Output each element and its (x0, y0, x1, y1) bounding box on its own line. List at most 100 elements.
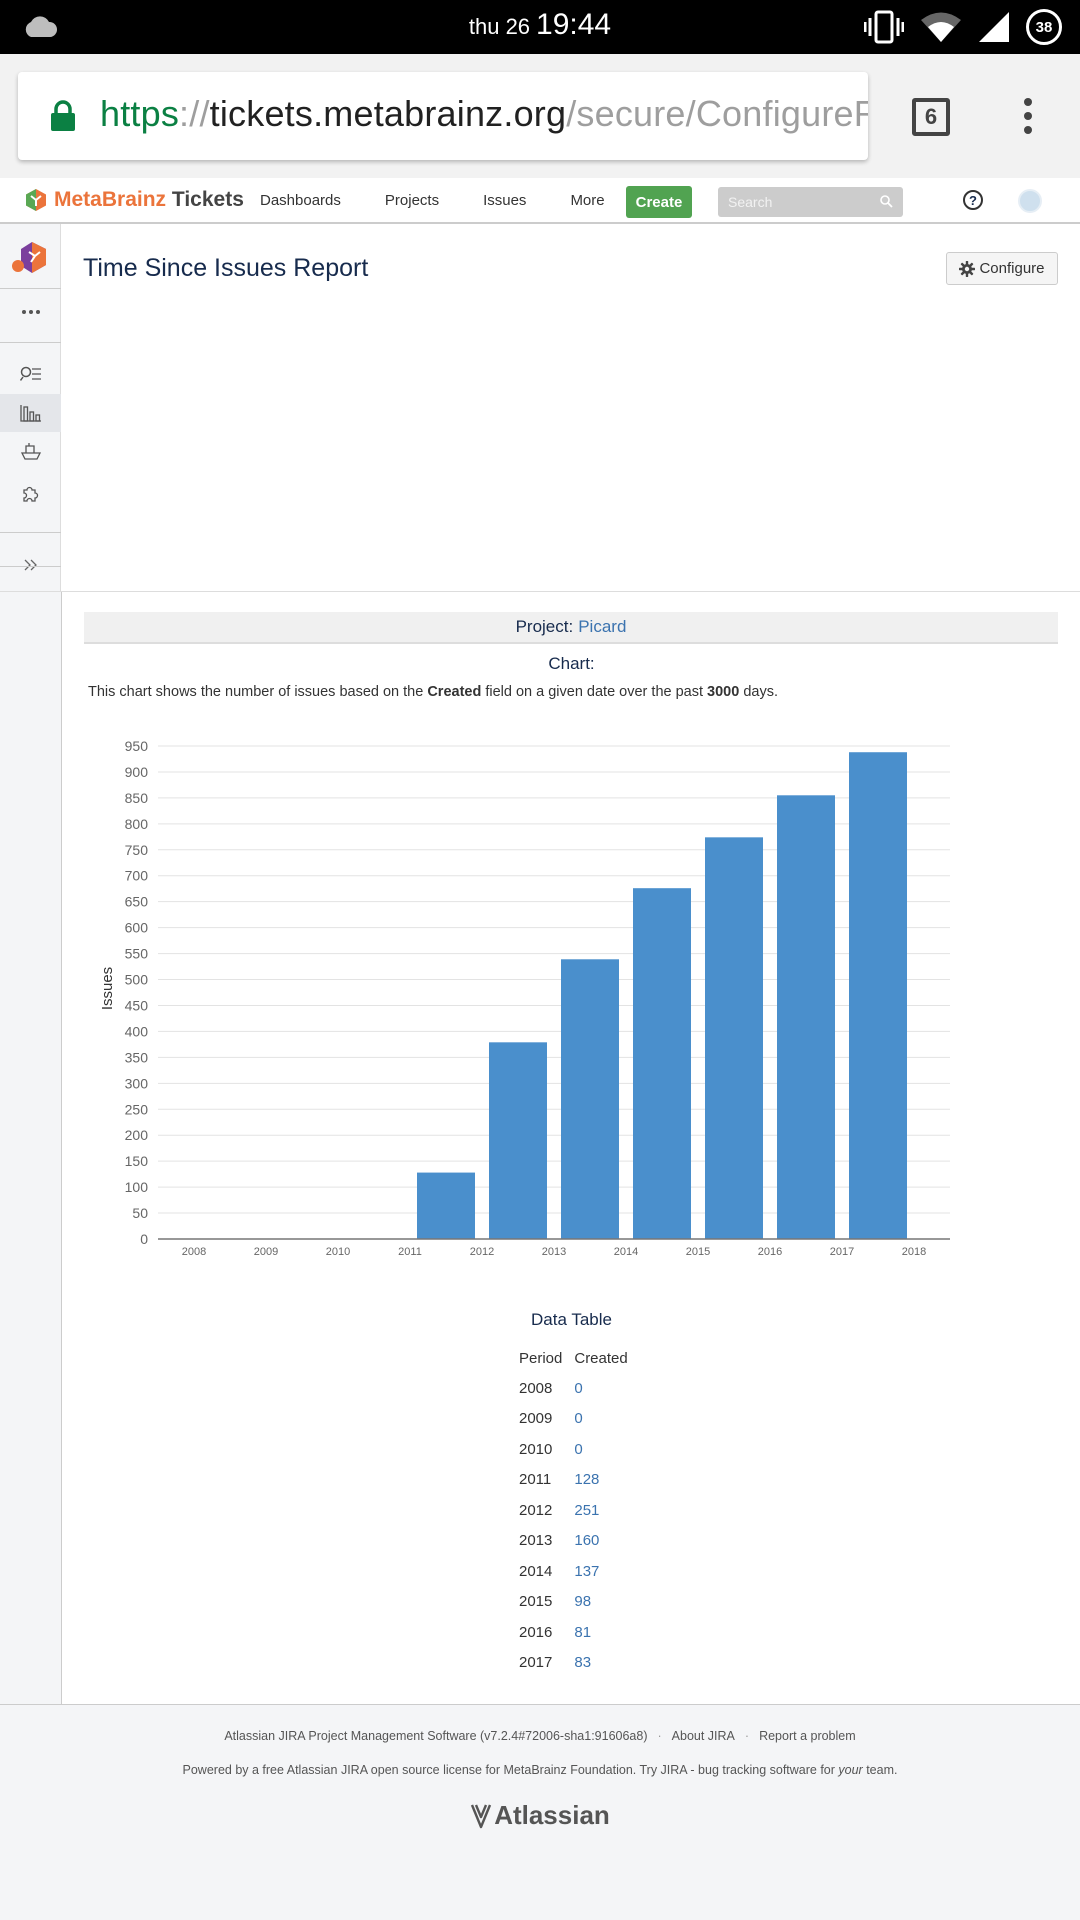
created-count-link[interactable]: 128 (568, 1465, 633, 1496)
y-tick-label: 700 (125, 868, 149, 884)
configure-label: Configure (979, 260, 1045, 277)
y-tick-label: 450 (125, 997, 149, 1013)
created-count-link[interactable]: 0 (568, 1373, 633, 1404)
nav-issues[interactable]: Issues (483, 192, 526, 209)
report-body: Project: Picard Chart: This chart shows … (61, 592, 1080, 1704)
more-options-icon[interactable] (0, 293, 61, 331)
url-host: tickets.metabrainz.org (209, 93, 567, 134)
created-count-link[interactable]: 251 (568, 1495, 633, 1526)
nav-projects[interactable]: Projects (385, 192, 439, 209)
x-tick-label: 2013 (542, 1246, 566, 1258)
browser-menu-icon[interactable] (1018, 98, 1038, 142)
url-text: https://tickets.metabrainz.org/secure/Co… (100, 93, 868, 135)
created-count-link[interactable]: 0 (568, 1434, 633, 1465)
cell-signal-icon (979, 12, 1009, 42)
add-ons-icon[interactable] (0, 474, 61, 512)
x-tick-label: 2017 (830, 1246, 854, 1258)
nav-dashboards[interactable]: Dashboards (260, 192, 341, 209)
created-count-link[interactable]: 160 (568, 1526, 633, 1557)
chart-bar (417, 1172, 475, 1239)
created-count-link[interactable]: 83 (568, 1648, 633, 1679)
created-count-link[interactable]: 137 (568, 1556, 633, 1587)
report-problem-link[interactable]: Report a problem (759, 1729, 856, 1743)
status-day: thu 26 (468, 14, 531, 39)
x-tick-label: 2018 (902, 1246, 926, 1258)
atlassian-wordmark: Atlassian (494, 1800, 610, 1830)
table-row: 2016 81 (513, 1617, 634, 1648)
created-count-link[interactable]: 81 (568, 1617, 633, 1648)
chart-bar (633, 888, 691, 1239)
tab-switcher-button[interactable]: 6 (912, 98, 950, 136)
y-tick-label: 650 (125, 894, 149, 910)
license-text: team. (862, 1763, 898, 1777)
y-tick-label: 500 (125, 972, 149, 988)
license-text: Powered by a free Atlassian JIRA open so… (182, 1763, 839, 1777)
lock-icon (51, 100, 75, 131)
y-tick-label: 50 (132, 1205, 148, 1221)
url-path: /secure/ConfigureR (566, 93, 868, 134)
y-tick-label: 400 (125, 1023, 149, 1039)
x-tick-label: 2011 (398, 1246, 422, 1258)
column-header-period: Period (519, 1349, 563, 1367)
y-tick-label: 100 (125, 1179, 149, 1195)
y-tick-label: 550 (125, 946, 149, 962)
issues-search-icon[interactable] (0, 355, 61, 393)
y-tick-label: 850 (125, 790, 149, 806)
y-tick-label: 750 (125, 842, 149, 858)
created-count-link[interactable]: 0 (568, 1404, 633, 1435)
y-tick-label: 800 (125, 816, 149, 832)
logo-tickets: Tickets (171, 188, 244, 211)
atlassian-logo[interactable]: Atlassian (0, 1800, 1080, 1831)
footer-software-link[interactable]: Atlassian JIRA Project Management Softwa… (224, 1729, 647, 1743)
nav-more[interactable]: More (570, 192, 604, 209)
help-icon[interactable]: ? (963, 190, 983, 210)
logo-meta: Meta (54, 188, 102, 211)
x-tick-label: 2009 (254, 1246, 278, 1258)
releases-icon[interactable] (0, 432, 61, 470)
table-row: 2012 251 (513, 1495, 634, 1526)
main-nav: Dashboards Projects Issues More (260, 192, 649, 209)
period-cell: 2014 (519, 1562, 553, 1580)
table-header-row: Period Created (513, 1343, 634, 1373)
y-axis-label: Issues (99, 967, 116, 1010)
column-header-created: Created (574, 1349, 628, 1367)
search-input[interactable] (718, 187, 903, 217)
search-icon[interactable] (880, 195, 893, 208)
expand-sidebar-icon[interactable] (0, 546, 61, 584)
created-count-link[interactable]: 98 (568, 1587, 633, 1618)
y-tick-label: 600 (125, 920, 149, 936)
report-header-panel: Time Since Issues Report Configure (61, 224, 1080, 591)
about-jira-link[interactable]: About JIRA (672, 1729, 735, 1743)
y-tick-label: 250 (125, 1101, 149, 1117)
user-avatar[interactable] (1018, 189, 1042, 213)
table-row: 2008 0 (513, 1373, 634, 1404)
table-row: 2014 137 (513, 1556, 634, 1587)
x-tick-label: 2010 (326, 1246, 350, 1258)
status-bar: thu 26 19:44 38 (0, 0, 1080, 54)
sidebar-divider (0, 342, 61, 343)
create-button[interactable]: Create (626, 186, 692, 218)
url-separator: :// (179, 93, 210, 134)
page-footer: Atlassian JIRA Project Management Softwa… (0, 1704, 1080, 1920)
period-cell: 2008 (519, 1379, 553, 1397)
footer-license: Powered by a free Atlassian JIRA open so… (0, 1763, 1080, 1777)
reports-icon[interactable] (0, 394, 61, 432)
period-cell: 2015 (519, 1593, 553, 1611)
y-tick-label: 200 (125, 1127, 149, 1143)
jira-header: MetaBrainz Tickets Dashboards Projects I… (0, 178, 1080, 224)
logo-brainz: Brainz (101, 188, 167, 211)
period-cell: 2013 (519, 1532, 553, 1550)
y-tick-label: 300 (125, 1075, 149, 1091)
configure-button[interactable]: Configure (946, 252, 1058, 285)
data-table: Period Created 2008 0 2009 0 2010 0 2011 128… (513, 1343, 634, 1678)
site-logo[interactable]: MetaBrainz Tickets (24, 188, 244, 212)
address-bar[interactable]: https://tickets.metabrainz.org/secure/Co… (18, 72, 868, 160)
period-cell: 2012 (519, 1501, 553, 1519)
wifi-icon (921, 12, 961, 42)
gear-icon (959, 260, 976, 277)
period-cell: 2011 (519, 1471, 552, 1489)
data-table-title: Data Table (531, 1310, 612, 1329)
status-time: 19:44 (536, 8, 612, 41)
project-sidebar (0, 224, 61, 591)
project-avatar-icon[interactable] (12, 240, 48, 276)
